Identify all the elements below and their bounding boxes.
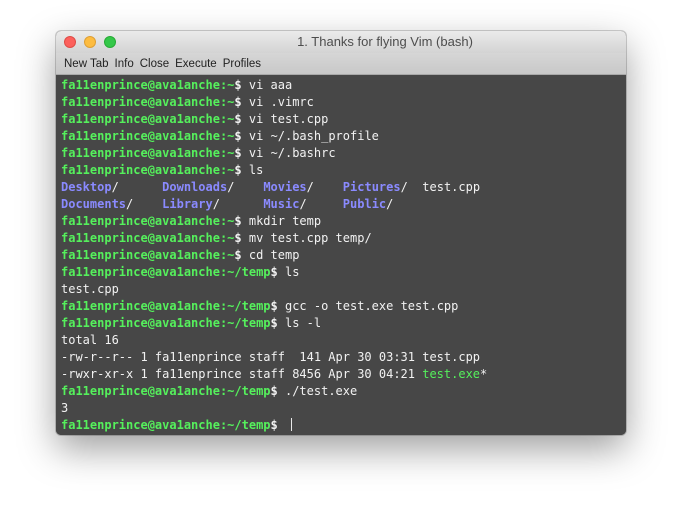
prompt-symbol: $ [270, 418, 278, 432]
prompt-user: fa11enprince@ava1anche:~/temp [61, 316, 271, 330]
window-title: 1. Thanks for flying Vim (bash) [297, 34, 473, 49]
directory-slash: / [212, 197, 264, 211]
command-text: mv test.cpp temp/ [241, 231, 372, 245]
directory-slash: / [111, 180, 163, 194]
prompt-user: fa11enprince@ava1anche:~ [61, 112, 235, 126]
output-line: -rw-r--r-- 1 fa11enprince staff 141 Apr … [61, 349, 626, 366]
prompt-line: fa11enprince@ava1anche:~$ vi test.cpp [61, 111, 626, 128]
directory-slash: / [126, 197, 163, 211]
output-line: total 16 [61, 332, 626, 349]
prompt-user: fa11enprince@ava1anche:~ [61, 214, 235, 228]
command-text: ls [241, 163, 264, 177]
execute-button[interactable]: Execute [175, 58, 217, 70]
ls-output-line: Documents/ Library/ Music/ Public/ [61, 196, 626, 213]
output-text: test.cpp [61, 282, 119, 296]
prompt-symbol: $ [234, 112, 242, 126]
prompt-user: fa11enprince@ava1anche:~/temp [61, 384, 271, 398]
profiles-button[interactable]: Profiles [223, 58, 261, 70]
output-line: test.cpp [61, 281, 626, 298]
directory-entry: Documents [61, 197, 127, 211]
terminal-window: 1. Thanks for flying Vim (bash) New Tab … [56, 31, 626, 435]
info-button[interactable]: Info [115, 58, 134, 70]
directory-slash: / [400, 180, 423, 194]
directory-entry: Downloads [162, 180, 228, 194]
toolbar: New Tab Info Close Execute Profiles [56, 53, 626, 75]
directory-slash: / [306, 180, 343, 194]
executable-suffix: * [480, 367, 488, 381]
prompt-user: fa11enprince@ava1anche:~/temp [61, 265, 271, 279]
close-button[interactable]: Close [140, 58, 169, 70]
directory-slash: / [386, 197, 423, 211]
prompt-user: fa11enprince@ava1anche:~ [61, 248, 235, 262]
command-text: mkdir temp [241, 214, 322, 228]
command-text [278, 418, 285, 432]
prompt-symbol: $ [234, 163, 242, 177]
new-tab-button[interactable]: New Tab [64, 58, 109, 70]
prompt-user: fa11enprince@ava1anche:~ [61, 146, 235, 160]
prompt-line: fa11enprince@ava1anche:~/temp$ gcc -o te… [61, 298, 626, 315]
directory-entry: Public [342, 197, 387, 211]
prompt-symbol: $ [234, 214, 242, 228]
output-text: -rw-r--r-- 1 fa11enprince staff 141 Apr … [61, 350, 481, 364]
output-text: 3 [61, 401, 69, 415]
prompt-symbol: $ [234, 248, 242, 262]
ls-output-line: Desktop/ Downloads/ Movies/ Pictures/ te… [61, 179, 626, 196]
prompt-user: fa11enprince@ava1anche:~/temp [61, 299, 271, 313]
prompt-line: fa11enprince@ava1anche:~$ vi ~/.bashrc [61, 145, 626, 162]
text-cursor [290, 418, 292, 431]
command-text: ./test.exe [277, 384, 358, 398]
directory-entry: Library [162, 197, 213, 211]
executable-entry: test.exe [422, 367, 481, 381]
prompt-line: fa11enprince@ava1anche:~$ ls [61, 162, 626, 179]
prompt-line: fa11enprince@ava1anche:~/temp$ ls -l [61, 315, 626, 332]
directory-entry: Pictures [342, 180, 401, 194]
output-line: 3 [61, 400, 626, 417]
prompt-symbol: $ [270, 299, 278, 313]
prompt-symbol: $ [234, 78, 242, 92]
title-bar[interactable]: 1. Thanks for flying Vim (bash) [56, 31, 626, 53]
command-text: vi aaa [241, 78, 293, 92]
prompt-symbol: $ [234, 231, 242, 245]
prompt-line: fa11enprince@ava1anche:~/temp$ ./test.ex… [61, 383, 626, 400]
output-line: -rwxr-xr-x 1 fa11enprince staff 8456 Apr… [61, 366, 626, 383]
command-text: cd temp [241, 248, 300, 262]
prompt-symbol: $ [270, 316, 278, 330]
prompt-user: fa11enprince@ava1anche:~ [61, 95, 235, 109]
prompt-symbol: $ [234, 129, 242, 143]
command-text: vi .vimrc [241, 95, 314, 109]
prompt-user: fa11enprince@ava1anche:~/temp [61, 418, 271, 432]
prompt-symbol: $ [234, 146, 242, 160]
directory-slash: / [299, 197, 343, 211]
output-text: -rwxr-xr-x 1 fa11enprince staff 8456 Apr… [61, 367, 423, 381]
command-text: vi ~/.bash_profile [241, 129, 379, 143]
terminal-output[interactable]: fa11enprince@ava1anche:~$ vi aaa fa11enpr… [56, 75, 626, 435]
prompt-line: fa11enprince@ava1anche:~$ cd temp [61, 247, 626, 264]
prompt-line: fa11enprince@ava1anche:~/temp$ [61, 417, 626, 434]
file-entry: test.cpp [422, 180, 481, 194]
prompt-line: fa11enprince@ava1anche:~$ mkdir temp [61, 213, 626, 230]
prompt-line: fa11enprince@ava1anche:~$ vi aaa [61, 77, 626, 94]
command-text: vi test.cpp [241, 112, 329, 126]
prompt-symbol: $ [270, 265, 278, 279]
command-text: gcc -o test.exe test.cpp [277, 299, 459, 313]
prompt-line: fa11enprince@ava1anche:~$ vi .vimrc [61, 94, 626, 111]
prompt-user: fa11enprince@ava1anche:~ [61, 129, 235, 143]
command-text: vi ~/.bashrc [241, 146, 336, 160]
command-text: ls -l [277, 316, 322, 330]
prompt-symbol: $ [270, 384, 278, 398]
prompt-line: fa11enprince@ava1anche:~$ mv test.cpp te… [61, 230, 626, 247]
prompt-user: fa11enprince@ava1anche:~ [61, 231, 235, 245]
directory-entry: Desktop [61, 180, 112, 194]
output-text: total 16 [61, 333, 119, 347]
directory-slash: / [227, 180, 264, 194]
directory-entry: Music [263, 197, 300, 211]
prompt-user: fa11enprince@ava1anche:~ [61, 78, 235, 92]
prompt-line: fa11enprince@ava1anche:~$ vi ~/.bash_pro… [61, 128, 626, 145]
prompt-user: fa11enprince@ava1anche:~ [61, 163, 235, 177]
command-text: ls [277, 265, 300, 279]
directory-entry: Movies [263, 180, 307, 194]
prompt-line: fa11enprince@ava1anche:~/temp$ ls [61, 264, 626, 281]
prompt-symbol: $ [234, 95, 242, 109]
